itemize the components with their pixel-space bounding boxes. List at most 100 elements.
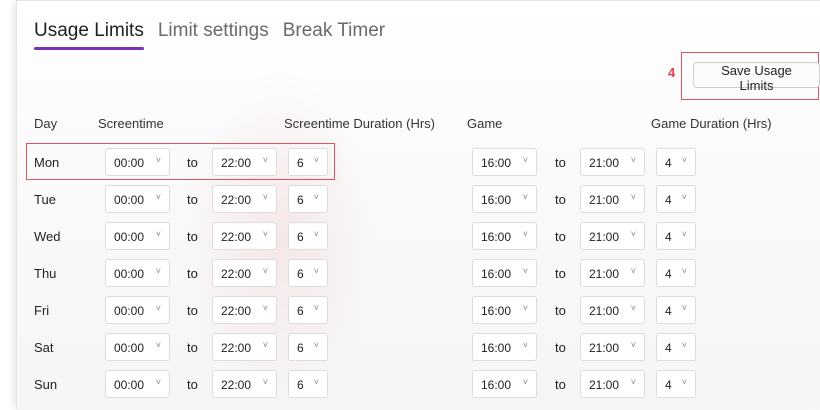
game-to-select[interactable]: 21:00 ˅ xyxy=(580,185,645,213)
game-duration-select[interactable]: 4 ˅ xyxy=(656,296,696,324)
select-value: 22:00 xyxy=(221,267,252,281)
screentime-to-label: to xyxy=(187,266,198,281)
header-game: Game xyxy=(467,116,503,131)
select-value: 21:00 xyxy=(589,193,620,207)
game-duration-select[interactable]: 4 ˅ xyxy=(656,259,696,287)
screentime-to-select[interactable]: 22:00 ˅ xyxy=(212,333,277,361)
game-to-label: to xyxy=(555,266,566,281)
chevron-down-icon: ˅ xyxy=(155,266,161,276)
chevron-down-icon: ˅ xyxy=(522,155,528,165)
screentime-duration-select[interactable]: 6 ˅ xyxy=(288,222,328,250)
screentime-duration-select[interactable]: 6 ˅ xyxy=(288,259,328,287)
screentime-to-select[interactable]: 22:00 ˅ xyxy=(212,185,277,213)
table-row: Wed 00:00 ˅ 22:00 ˅ 6 ˅ 16:00 ˅ 21:00 ˅ 4 ˅ to to xyxy=(0,220,820,254)
chevron-down-icon: ˅ xyxy=(262,266,268,276)
screentime-to-select[interactable]: 22:00 ˅ xyxy=(212,222,277,250)
table-row: Thu 00:00 ˅ 22:00 ˅ 6 ˅ 16:00 ˅ 21:00 ˅ 4 ˅ to to xyxy=(0,257,820,291)
game-to-select[interactable]: 21:00 ˅ xyxy=(580,333,645,361)
screentime-to-select[interactable]: 22:00 ˅ xyxy=(212,370,277,398)
game-to-select[interactable]: 21:00 ˅ xyxy=(580,259,645,287)
chevron-down-icon: ˅ xyxy=(630,266,636,276)
chevron-down-icon: ˅ xyxy=(522,303,528,313)
select-value: 00:00 xyxy=(114,378,145,392)
chevron-down-icon: ˅ xyxy=(313,377,319,387)
table-row: Sat 00:00 ˅ 22:00 ˅ 6 ˅ 16:00 ˅ 21:00 ˅ 4 ˅ to to xyxy=(0,331,820,365)
tab-break-timer[interactable]: Break Timer xyxy=(283,20,385,50)
game-to-select[interactable]: 21:00 ˅ xyxy=(580,222,645,250)
game-from-select[interactable]: 16:00 ˅ xyxy=(472,148,537,176)
game-duration-select[interactable]: 4 ˅ xyxy=(656,333,696,361)
screentime-to-select[interactable]: 22:00 ˅ xyxy=(212,296,277,324)
select-value: 4 xyxy=(665,341,672,355)
game-from-select[interactable]: 16:00 ˅ xyxy=(472,333,537,361)
chevron-down-icon: ˅ xyxy=(262,229,268,239)
game-duration-select[interactable]: 4 ˅ xyxy=(656,185,696,213)
chevron-down-icon: ˅ xyxy=(155,229,161,239)
select-value: 6 xyxy=(297,341,304,355)
chevron-down-icon: ˅ xyxy=(262,340,268,350)
select-value: 16:00 xyxy=(481,193,512,207)
table-row: Fri 00:00 ˅ 22:00 ˅ 6 ˅ 16:00 ˅ 21:00 ˅ 4 ˅ to to xyxy=(0,294,820,328)
screentime-to-select[interactable]: 22:00 ˅ xyxy=(212,259,277,287)
screentime-from-select[interactable]: 00:00 ˅ xyxy=(105,185,170,213)
chevron-down-icon: ˅ xyxy=(313,266,319,276)
screentime-from-select[interactable]: 00:00 ˅ xyxy=(105,222,170,250)
chevron-down-icon: ˅ xyxy=(262,192,268,202)
chevron-down-icon: ˅ xyxy=(155,377,161,387)
game-to-select[interactable]: 21:00 ˅ xyxy=(580,370,645,398)
select-value: 16:00 xyxy=(481,267,512,281)
select-value: 6 xyxy=(297,378,304,392)
game-from-select[interactable]: 16:00 ˅ xyxy=(472,370,537,398)
screentime-from-select[interactable]: 00:00 ˅ xyxy=(105,333,170,361)
select-value: 6 xyxy=(297,193,304,207)
game-to-label: to xyxy=(555,192,566,207)
step-badge: 4 xyxy=(668,65,676,80)
chevron-down-icon: ˅ xyxy=(522,266,528,276)
game-from-select[interactable]: 16:00 ˅ xyxy=(472,296,537,324)
screentime-to-label: to xyxy=(187,192,198,207)
game-duration-select[interactable]: 4 ˅ xyxy=(656,222,696,250)
select-value: 16:00 xyxy=(481,230,512,244)
game-from-select[interactable]: 16:00 ˅ xyxy=(472,185,537,213)
header-screentime-duration: Screentime Duration (Hrs) xyxy=(284,116,435,131)
table-row: Sun 00:00 ˅ 22:00 ˅ 6 ˅ 16:00 ˅ 21:00 ˅ 4 ˅ to to xyxy=(0,368,820,402)
header-screentime: Screentime xyxy=(98,116,164,131)
chevron-down-icon: ˅ xyxy=(681,192,687,202)
game-duration-select[interactable]: 4 ˅ xyxy=(656,148,696,176)
select-value: 00:00 xyxy=(114,341,145,355)
game-from-select[interactable]: 16:00 ˅ xyxy=(472,259,537,287)
game-to-select[interactable]: 21:00 ˅ xyxy=(580,296,645,324)
tab-limit-settings[interactable]: Limit settings xyxy=(158,20,269,50)
chevron-down-icon: ˅ xyxy=(522,340,528,350)
day-label: Sun xyxy=(34,377,58,392)
chevron-down-icon: ˅ xyxy=(313,303,319,313)
chevron-down-icon: ˅ xyxy=(262,303,268,313)
screentime-from-select[interactable]: 00:00 ˅ xyxy=(105,370,170,398)
game-to-label: to xyxy=(555,340,566,355)
chevron-down-icon: ˅ xyxy=(630,192,636,202)
chevron-down-icon: ˅ xyxy=(313,192,319,202)
chevron-down-icon: ˅ xyxy=(630,155,636,165)
select-value: 00:00 xyxy=(114,230,145,244)
chevron-down-icon: ˅ xyxy=(522,192,528,202)
chevron-down-icon: ˅ xyxy=(681,303,687,313)
game-from-select[interactable]: 16:00 ˅ xyxy=(472,222,537,250)
tab-usage-limits[interactable]: Usage Limits xyxy=(34,20,144,50)
tab-bar: Usage Limits Limit settings Break Timer xyxy=(34,20,385,50)
screentime-from-select[interactable]: 00:00 ˅ xyxy=(105,296,170,324)
select-value: 4 xyxy=(665,267,672,281)
select-value: 4 xyxy=(665,156,672,170)
chevron-down-icon: ˅ xyxy=(681,229,687,239)
screentime-duration-select[interactable]: 6 ˅ xyxy=(288,370,328,398)
screentime-duration-select[interactable]: 6 ˅ xyxy=(288,185,328,213)
screentime-duration-select[interactable]: 6 ˅ xyxy=(288,296,328,324)
screentime-duration-select[interactable]: 6 ˅ xyxy=(288,333,328,361)
screentime-from-select[interactable]: 00:00 ˅ xyxy=(105,259,170,287)
screentime-to-label: to xyxy=(187,377,198,392)
select-value: 21:00 xyxy=(589,341,620,355)
save-usage-limits-button[interactable]: Save Usage Limits xyxy=(693,62,820,93)
select-value: 22:00 xyxy=(221,230,252,244)
game-to-select[interactable]: 21:00 ˅ xyxy=(580,148,645,176)
game-duration-select[interactable]: 4 ˅ xyxy=(656,370,696,398)
select-value: 16:00 xyxy=(481,378,512,392)
